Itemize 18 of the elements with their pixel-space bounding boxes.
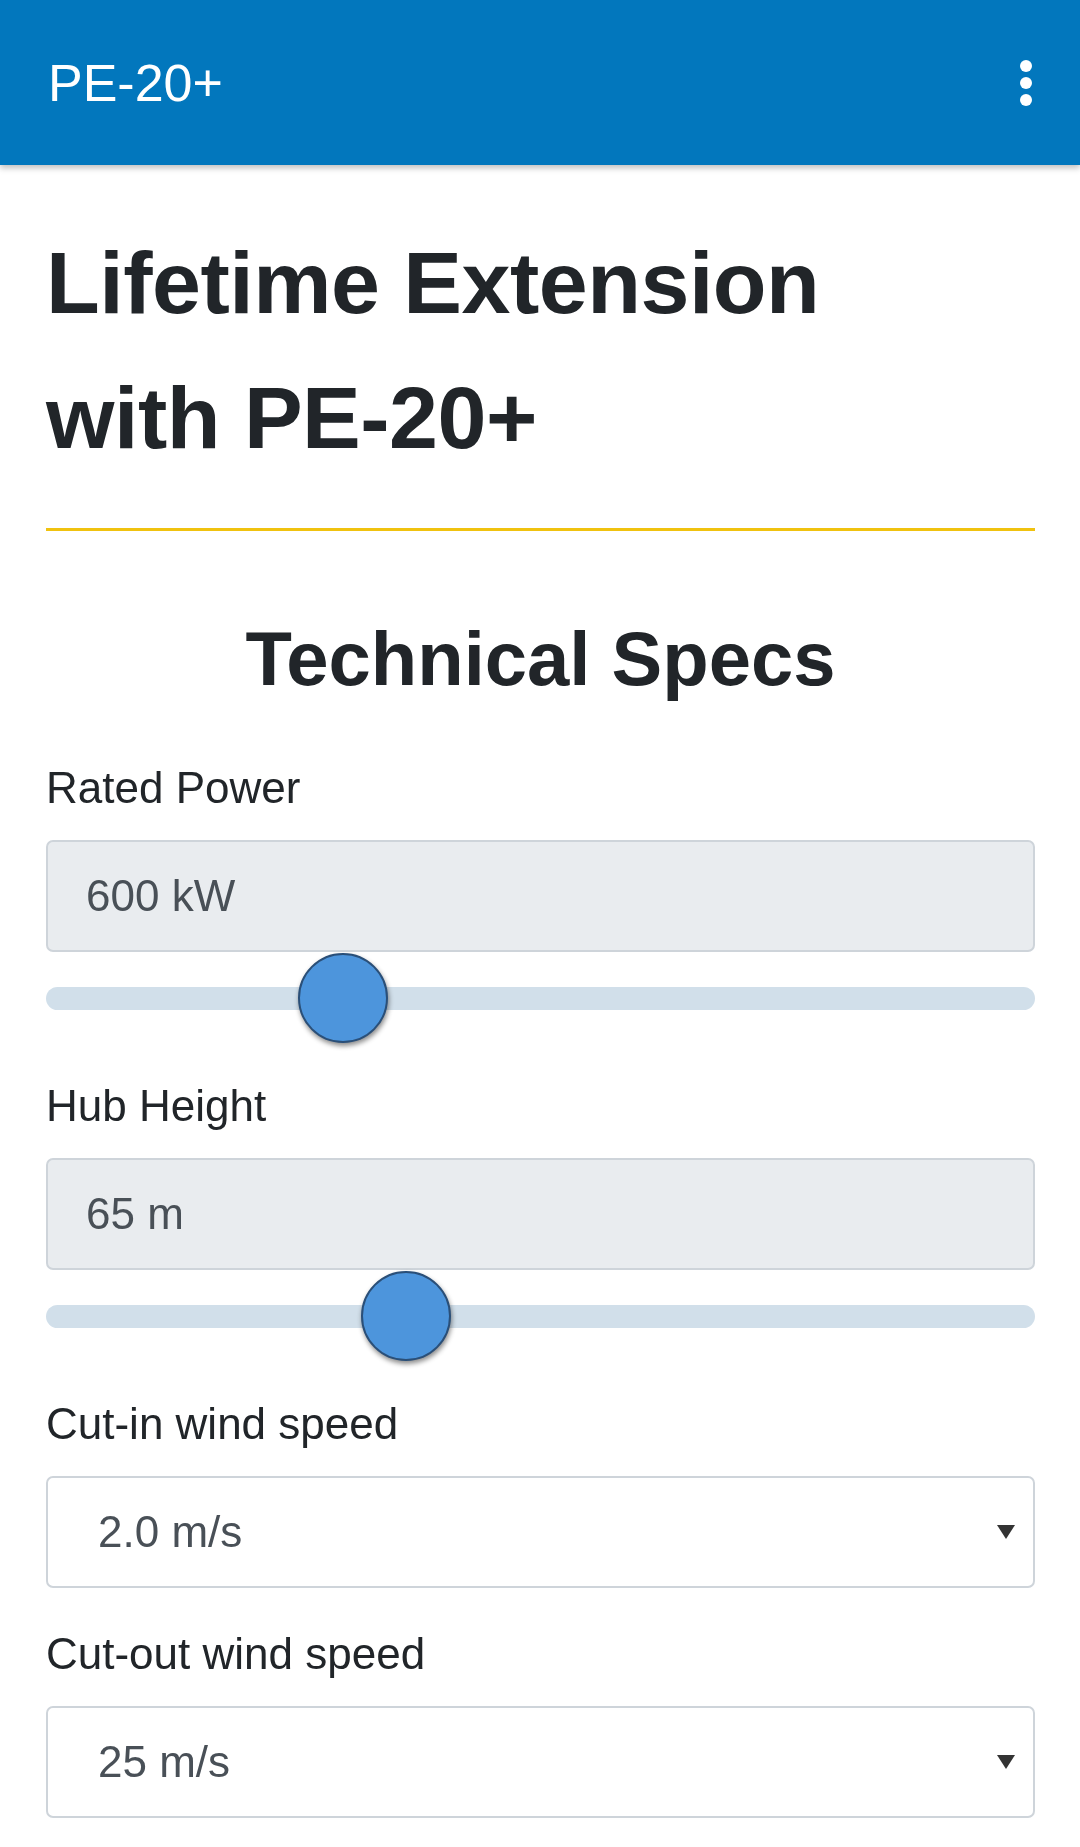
field-label: Hub Height	[46, 1080, 268, 1132]
slider-track[interactable]	[46, 952, 1035, 1044]
field-label: Cut-out wind speed	[46, 1628, 427, 1680]
app-title: PE-20+	[48, 52, 223, 113]
section-title: Technical Specs	[244, 615, 837, 703]
caret-icon	[997, 1755, 1015, 1769]
slider-track[interactable]	[46, 1270, 1035, 1362]
caret-icon	[997, 1525, 1015, 1539]
page-heading: Lifetime Extension with PE-20+	[46, 232, 821, 469]
slider-thumb[interactable]	[297, 953, 388, 1043]
value-field[interactable]: 65 m	[46, 1158, 1035, 1270]
menu-icon[interactable]	[1019, 58, 1033, 107]
dropdown[interactable]: 25 m/s	[46, 1706, 1035, 1818]
dropdown[interactable]: 2.0 m/s	[46, 1476, 1035, 1588]
value-field[interactable]: 600 kW	[46, 840, 1035, 952]
field-label: Cut-in wind speed	[46, 1398, 400, 1450]
field-label: Rated Power	[46, 762, 302, 814]
slider-thumb[interactable]	[360, 1271, 451, 1361]
